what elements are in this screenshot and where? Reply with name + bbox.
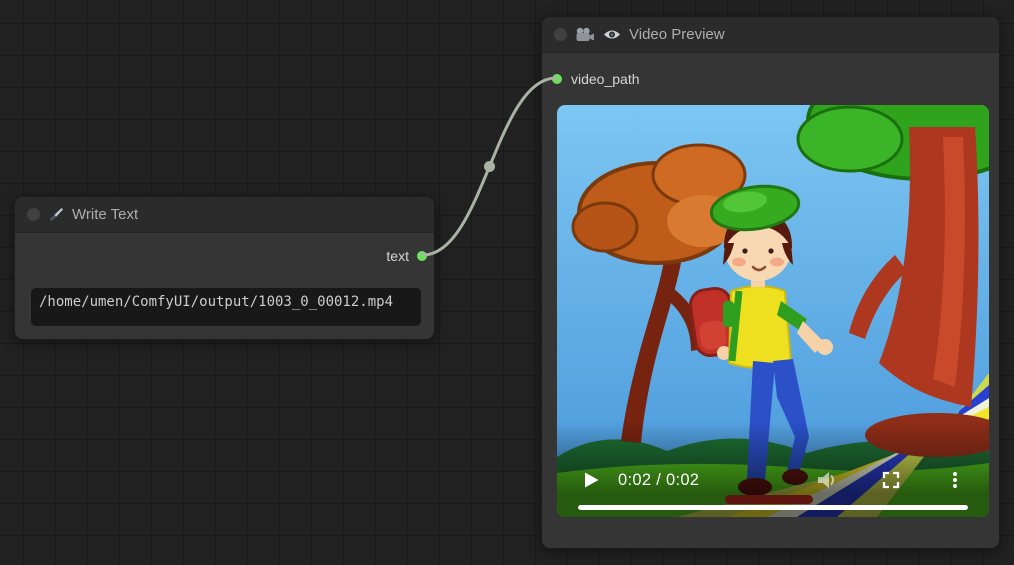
eye-icon [603,28,621,41]
node-graph-canvas[interactable]: Write Text text /home/umen/ComfyUI/outpu… [0,0,1014,565]
video-preview-player[interactable]: 0:02 / 0:02 [557,105,989,517]
write-text-node[interactable]: Write Text text /home/umen/ComfyUI/outpu… [14,196,435,340]
text-widget-value: /home/umen/ComfyUI/output/1003_0_00012.m… [39,294,393,310]
fullscreen-button[interactable] [881,470,901,490]
collapse-toggle[interactable] [27,208,40,221]
video-preview-node[interactable]: Video Preview video_path [541,16,1000,549]
video-controls-row: 0:02 / 0:02 [557,469,989,491]
output-slot-label: text [386,248,409,264]
progress-bar[interactable] [578,505,968,510]
wire-midpoint-dot [484,161,495,172]
input-slot-video-path: video_path [542,63,999,95]
overflow-menu-button[interactable] [945,470,965,490]
output-slot-dot[interactable] [417,251,427,261]
write-text-body: text /home/umen/ComfyUI/output/1003_0_00… [15,241,434,326]
brush-icon [48,207,64,223]
node-title: Write Text [72,206,138,223]
text-input-widget[interactable]: /home/umen/ComfyUI/output/1003_0_00012.m… [31,288,421,326]
write-text-title-bar[interactable]: Write Text [15,197,434,233]
volume-button[interactable] [815,469,837,491]
video-preview-title-bar[interactable]: Video Preview [542,17,999,53]
node-title: Video Preview [629,26,725,43]
progress-fill [578,505,968,510]
collapse-toggle[interactable] [554,28,567,41]
movie-camera-icon [575,27,595,43]
input-slot-dot[interactable] [552,74,562,84]
play-button[interactable] [583,471,600,489]
output-slot-text: text [15,241,434,271]
input-slot-label: video_path [571,71,640,87]
video-controls-overlay: 0:02 / 0:02 [557,422,989,517]
time-display: 0:02 / 0:02 [618,471,699,490]
wire-text-to-video-path[interactable] [423,78,556,255]
